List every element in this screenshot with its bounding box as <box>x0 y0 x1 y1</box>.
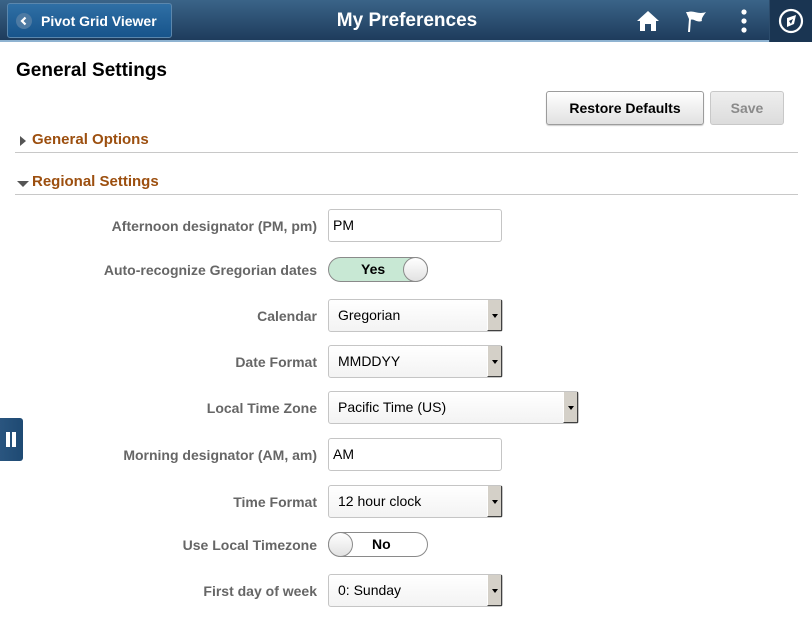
section-general-options[interactable]: General Options <box>15 131 798 153</box>
date-format-row: Date Format MMDDYY <box>0 345 812 379</box>
toggle-knob <box>328 532 353 557</box>
use-local-timezone-toggle[interactable]: No <box>328 532 428 557</box>
local-time-zone-row: Local Time Zone Pacific Time (US) <box>0 391 812 425</box>
home-icon[interactable] <box>634 8 662 34</box>
auto-recognize-gregorian-toggle[interactable]: Yes <box>328 257 428 282</box>
pause-icon-bar <box>12 432 16 447</box>
pause-icon <box>6 432 10 447</box>
toggle-knob <box>403 257 428 282</box>
first-day-of-week-value: 0: Sunday <box>338 582 402 598</box>
first-day-of-week-row: First day of week 0: Sunday <box>0 574 812 608</box>
toggle-state-label: No <box>372 536 391 552</box>
auto-recognize-gregorian-label: Auto-recognize Gregorian dates <box>103 262 317 278</box>
header-banner: Pivot Grid Viewer My Preferences <box>0 0 812 42</box>
section-label: General Options <box>32 131 149 148</box>
time-format-label: Time Format <box>233 494 317 510</box>
back-button-label: Pivot Grid Viewer <box>41 12 157 29</box>
section-regional-settings[interactable]: Regional Settings <box>15 173 798 195</box>
dropdown-arrow-icon <box>487 300 502 331</box>
afternoon-designator-row: Afternoon designator (PM, pm) PM <box>0 209 812 243</box>
chevron-left-icon <box>16 12 32 29</box>
page-title: General Settings <box>16 60 167 81</box>
back-button[interactable]: Pivot Grid Viewer <box>7 3 172 38</box>
navbar-button[interactable] <box>769 0 812 42</box>
morning-designator-label: Morning designator (AM, am) <box>123 447 317 463</box>
first-day-of-week-select[interactable]: 0: Sunday <box>328 574 503 607</box>
restore-defaults-button[interactable]: Restore Defaults <box>546 91 704 125</box>
morning-designator-row: Morning designator (AM, am) AM <box>0 438 812 472</box>
calendar-select[interactable]: Gregorian <box>328 299 503 332</box>
triangle-right-icon <box>20 136 26 146</box>
local-time-zone-select[interactable]: Pacific Time (US) <box>328 391 579 424</box>
dropdown-arrow-icon <box>563 392 578 423</box>
auto-recognize-gregorian-row: Auto-recognize Gregorian dates Yes <box>0 253 812 287</box>
triangle-down-icon <box>17 181 29 187</box>
dropdown-arrow-icon <box>487 575 502 606</box>
date-format-value: MMDDYY <box>338 353 401 369</box>
use-local-timezone-label: Use Local Timezone <box>182 537 317 553</box>
use-local-timezone-row: Use Local Timezone No <box>0 528 812 562</box>
calendar-row: Calendar Gregorian <box>0 299 812 333</box>
more-vertical-icon[interactable] <box>730 8 758 34</box>
save-button[interactable]: Save <box>710 91 784 125</box>
calendar-value: Gregorian <box>338 307 401 323</box>
time-format-select[interactable]: 12 hour clock <box>328 485 503 518</box>
afternoon-designator-label: Afternoon designator (PM, pm) <box>111 218 317 234</box>
side-panel-tab[interactable] <box>0 418 23 461</box>
toggle-state-label: Yes <box>361 261 386 277</box>
calendar-label: Calendar <box>257 308 317 324</box>
time-format-value: 12 hour clock <box>338 493 422 509</box>
afternoon-designator-input[interactable]: PM <box>328 209 502 242</box>
first-day-of-week-label: First day of week <box>203 583 317 599</box>
local-time-zone-value: Pacific Time (US) <box>338 399 447 415</box>
dropdown-arrow-icon <box>487 486 502 517</box>
morning-designator-input[interactable]: AM <box>328 438 502 471</box>
local-time-zone-label: Local Time Zone <box>206 400 317 416</box>
date-format-select[interactable]: MMDDYY <box>328 345 503 378</box>
compass-icon <box>778 8 804 34</box>
time-format-row: Time Format 12 hour clock <box>0 485 812 519</box>
date-format-label: Date Format <box>235 354 317 370</box>
section-label: Regional Settings <box>32 173 159 190</box>
dropdown-arrow-icon <box>487 346 502 377</box>
flag-icon[interactable] <box>682 8 710 34</box>
page-header-title: My Preferences <box>336 10 478 31</box>
